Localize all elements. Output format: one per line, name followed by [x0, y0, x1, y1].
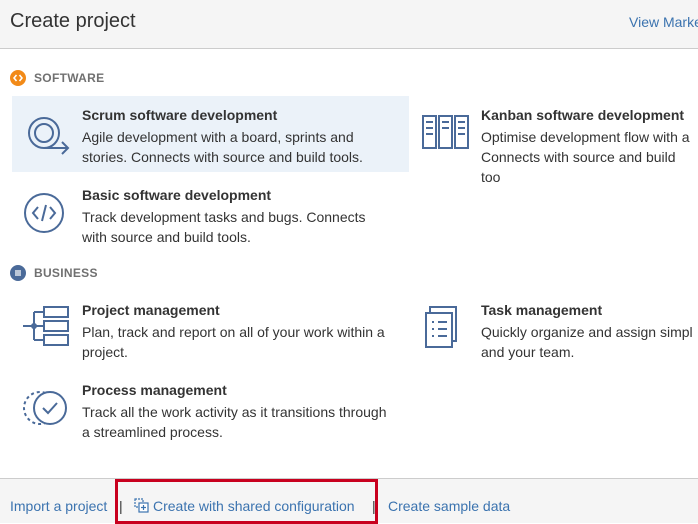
template-name: Basic software development: [82, 187, 272, 203]
template-description: Optimise development flow with a Connect…: [481, 129, 690, 185]
project-management-icon: [22, 303, 72, 353]
template-name: Project management: [82, 302, 220, 318]
scrum-icon: [22, 108, 72, 158]
create-sample-data-link[interactable]: Create sample data: [388, 498, 510, 514]
software-code-icon: [10, 70, 26, 86]
dialog-header: Create project View Marke: [0, 0, 698, 49]
template-description: Track development tasks and bugs. Connec…: [82, 209, 366, 245]
template-task-management[interactable]: Task management Quickly organize and ass…: [411, 291, 698, 367]
task-management-icon: [421, 303, 471, 353]
template-name: Scrum software development: [82, 107, 278, 123]
template-description: Quickly organize and assign simpl and yo…: [481, 324, 693, 360]
code-icon: [22, 188, 72, 238]
template-name: Kanban software development: [481, 107, 685, 123]
view-marketplace-link[interactable]: View Marke: [629, 14, 698, 30]
import-project-link[interactable]: Import a project: [10, 498, 107, 514]
template-kanban[interactable]: Kanban software development Optimise dev…: [411, 96, 698, 185]
template-process-management[interactable]: Process management Track all the work ac…: [12, 371, 409, 447]
template-name: Task management: [481, 302, 603, 318]
template-basic[interactable]: Basic software development Track develop…: [12, 176, 409, 252]
software-section-header: SOFTWARE: [10, 69, 104, 87]
template-description: Plan, track and report on all of your wo…: [82, 324, 385, 360]
business-list-icon: [10, 265, 26, 281]
software-section-label: SOFTWARE: [34, 71, 105, 85]
highlight-annotation-box: [115, 479, 378, 524]
kanban-icon: [421, 108, 471, 158]
business-section-header: BUSINESS: [10, 264, 98, 282]
template-name: Process management: [82, 382, 227, 398]
template-scrum[interactable]: Scrum software development Agile develop…: [12, 96, 409, 172]
template-description: Agile development with a board, sprints …: [82, 129, 363, 165]
template-project-management[interactable]: Project management Plan, track and repor…: [12, 291, 409, 367]
business-section-label: BUSINESS: [34, 266, 98, 280]
page-title: Create project: [10, 10, 136, 32]
process-management-icon: [22, 383, 72, 433]
template-description: Track all the work activity as it transi…: [82, 404, 387, 440]
